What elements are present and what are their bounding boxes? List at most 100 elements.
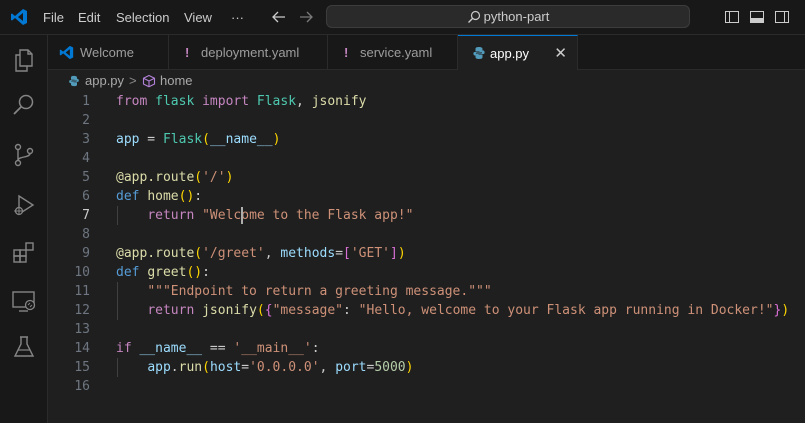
code-text[interactable]: @app.route('/greet', methods=['GET']) (116, 244, 406, 263)
line-number: 13 (74, 322, 90, 337)
tab-deployment-yaml[interactable]: ! deployment.yaml (169, 35, 328, 70)
tab-label: Welcome (80, 45, 134, 60)
testing-icon[interactable] (11, 334, 37, 360)
tab-service-yaml[interactable]: ! service.yaml (328, 35, 458, 70)
code-token: home (147, 189, 179, 204)
code-token: { (264, 303, 273, 318)
yaml-warning-icon: ! (185, 45, 190, 60)
code-editor[interactable]: 1 from flask import Flask, jsonify 2 3 app =… (48, 92, 805, 423)
code-token: __name__ (209, 132, 273, 147)
code-text[interactable]: def greet(): (116, 263, 210, 282)
tab-welcome[interactable]: Welcome (48, 35, 169, 70)
search-icon (467, 10, 480, 23)
remote-explorer-icon[interactable] (11, 288, 37, 314)
code-text[interactable]: from flask import Flask, jsonify (116, 92, 367, 111)
vscode-logo-icon (59, 45, 74, 60)
source-control-icon[interactable] (11, 142, 37, 168)
code-token: ) (781, 303, 790, 318)
toggle-primary-sidebar-icon[interactable] (724, 9, 740, 25)
code-token: __name__ (139, 341, 203, 356)
code-token: """Endpoint to return a greeting message… (147, 284, 492, 299)
code-text[interactable]: return "Welcome to the Flask app!" (116, 206, 413, 225)
command-center-search[interactable]: python-part (326, 5, 690, 28)
breadcrumb-separator: > (129, 73, 137, 88)
search-text: python-part (483, 9, 550, 24)
code-text[interactable]: app.run(host='0.0.0.0', port=5000) (116, 358, 413, 377)
toggle-panel-icon[interactable] (749, 9, 765, 25)
line-number: 10 (74, 265, 90, 280)
code-line[interactable]: 2 (48, 111, 805, 130)
code-token: ( (194, 170, 203, 185)
code-token: ( (194, 246, 203, 261)
breadcrumb: app.py > home (48, 70, 805, 92)
explorer-icon[interactable] (11, 47, 37, 73)
code-line[interactable]: 1 from flask import Flask, jsonify (48, 92, 805, 111)
code-token: : (311, 341, 320, 356)
code-token: '0.0.0.0' (249, 360, 320, 375)
code-token: , (296, 94, 312, 109)
code-text[interactable]: return jsonify({"message": "Hello, welco… (116, 301, 789, 320)
extensions-icon[interactable] (11, 239, 37, 265)
code-token: 5000 (374, 360, 406, 375)
line-number: 3 (82, 132, 90, 147)
code-line[interactable]: 5 @app.route('/') (48, 168, 805, 187)
code-line[interactable]: 11 """Endpoint to return a greeting mess… (48, 282, 805, 301)
line-number: 5 (82, 170, 90, 185)
code-token: def (116, 265, 140, 280)
line-number: 11 (74, 284, 90, 299)
code-token: methods (280, 246, 336, 261)
code-token: return (147, 208, 195, 223)
indent-guide (117, 282, 118, 320)
close-tab-icon[interactable]: ✕ (554, 36, 567, 71)
line-number: 15 (74, 360, 90, 375)
code-text[interactable]: @app.route('/') (116, 168, 233, 187)
code-line[interactable]: 10 def greet(): (48, 263, 805, 282)
code-token: = (335, 246, 344, 261)
code-token: [ (343, 246, 351, 261)
code-text[interactable]: """Endpoint to return a greeting message… (116, 282, 492, 301)
code-line[interactable]: 13 (48, 320, 805, 339)
menu-file[interactable]: File (43, 0, 64, 35)
run-debug-icon[interactable] (11, 192, 37, 218)
search-icon[interactable] (11, 92, 37, 118)
menu-view[interactable]: View (184, 0, 212, 35)
python-icon (69, 75, 79, 87)
tab-label: deployment.yaml (201, 45, 300, 60)
menu-edit[interactable]: Edit (78, 0, 100, 35)
code-line[interactable]: 15 app.run(host='0.0.0.0', port=5000) (48, 358, 805, 377)
code-line[interactable]: 4 (48, 149, 805, 168)
line-number: 1 (82, 94, 90, 109)
back-arrow-icon[interactable] (270, 8, 288, 26)
menu-selection[interactable]: Selection (116, 0, 169, 35)
tab-app-py[interactable]: app.py ✕ (458, 35, 578, 70)
line-number: 12 (74, 303, 90, 318)
code-line[interactable]: 14 if __name__ == '__main__': (48, 339, 805, 358)
menu-more[interactable]: ··· (231, 0, 244, 35)
code-text[interactable]: def home(): (116, 187, 202, 206)
forward-arrow-icon[interactable] (297, 8, 315, 26)
code-token: ( (256, 303, 265, 318)
code-text[interactable]: if __name__ == '__main__': (116, 339, 320, 358)
indent-guide (117, 358, 118, 377)
code-line[interactable]: 3 app = Flask(__name__) (48, 130, 805, 149)
code-token: import (202, 94, 250, 109)
code-token: port (335, 360, 367, 375)
code-line[interactable]: 8 (48, 225, 805, 244)
code-token: ) (272, 132, 281, 147)
breadcrumb-file[interactable]: app.py (85, 70, 124, 92)
code-line[interactable]: 6 def home(): (48, 187, 805, 206)
toggle-secondary-sidebar-icon[interactable] (774, 9, 790, 25)
code-line[interactable]: 7 return "Welcome to the Flask app!" (48, 206, 805, 225)
code-text[interactable]: app = Flask(__name__) (116, 130, 280, 149)
breadcrumb-symbol[interactable]: home (160, 70, 193, 92)
code-token: if (116, 341, 132, 356)
code-token: app (116, 132, 140, 147)
code-line[interactable]: 16 (48, 377, 805, 396)
code-token: flask (155, 94, 195, 109)
code-line[interactable]: 12 return jsonify({"message": "Hello, we… (48, 301, 805, 320)
code-line[interactable]: 9 @app.route('/greet', methods=['GET']) (48, 244, 805, 263)
line-number: 9 (82, 246, 90, 261)
